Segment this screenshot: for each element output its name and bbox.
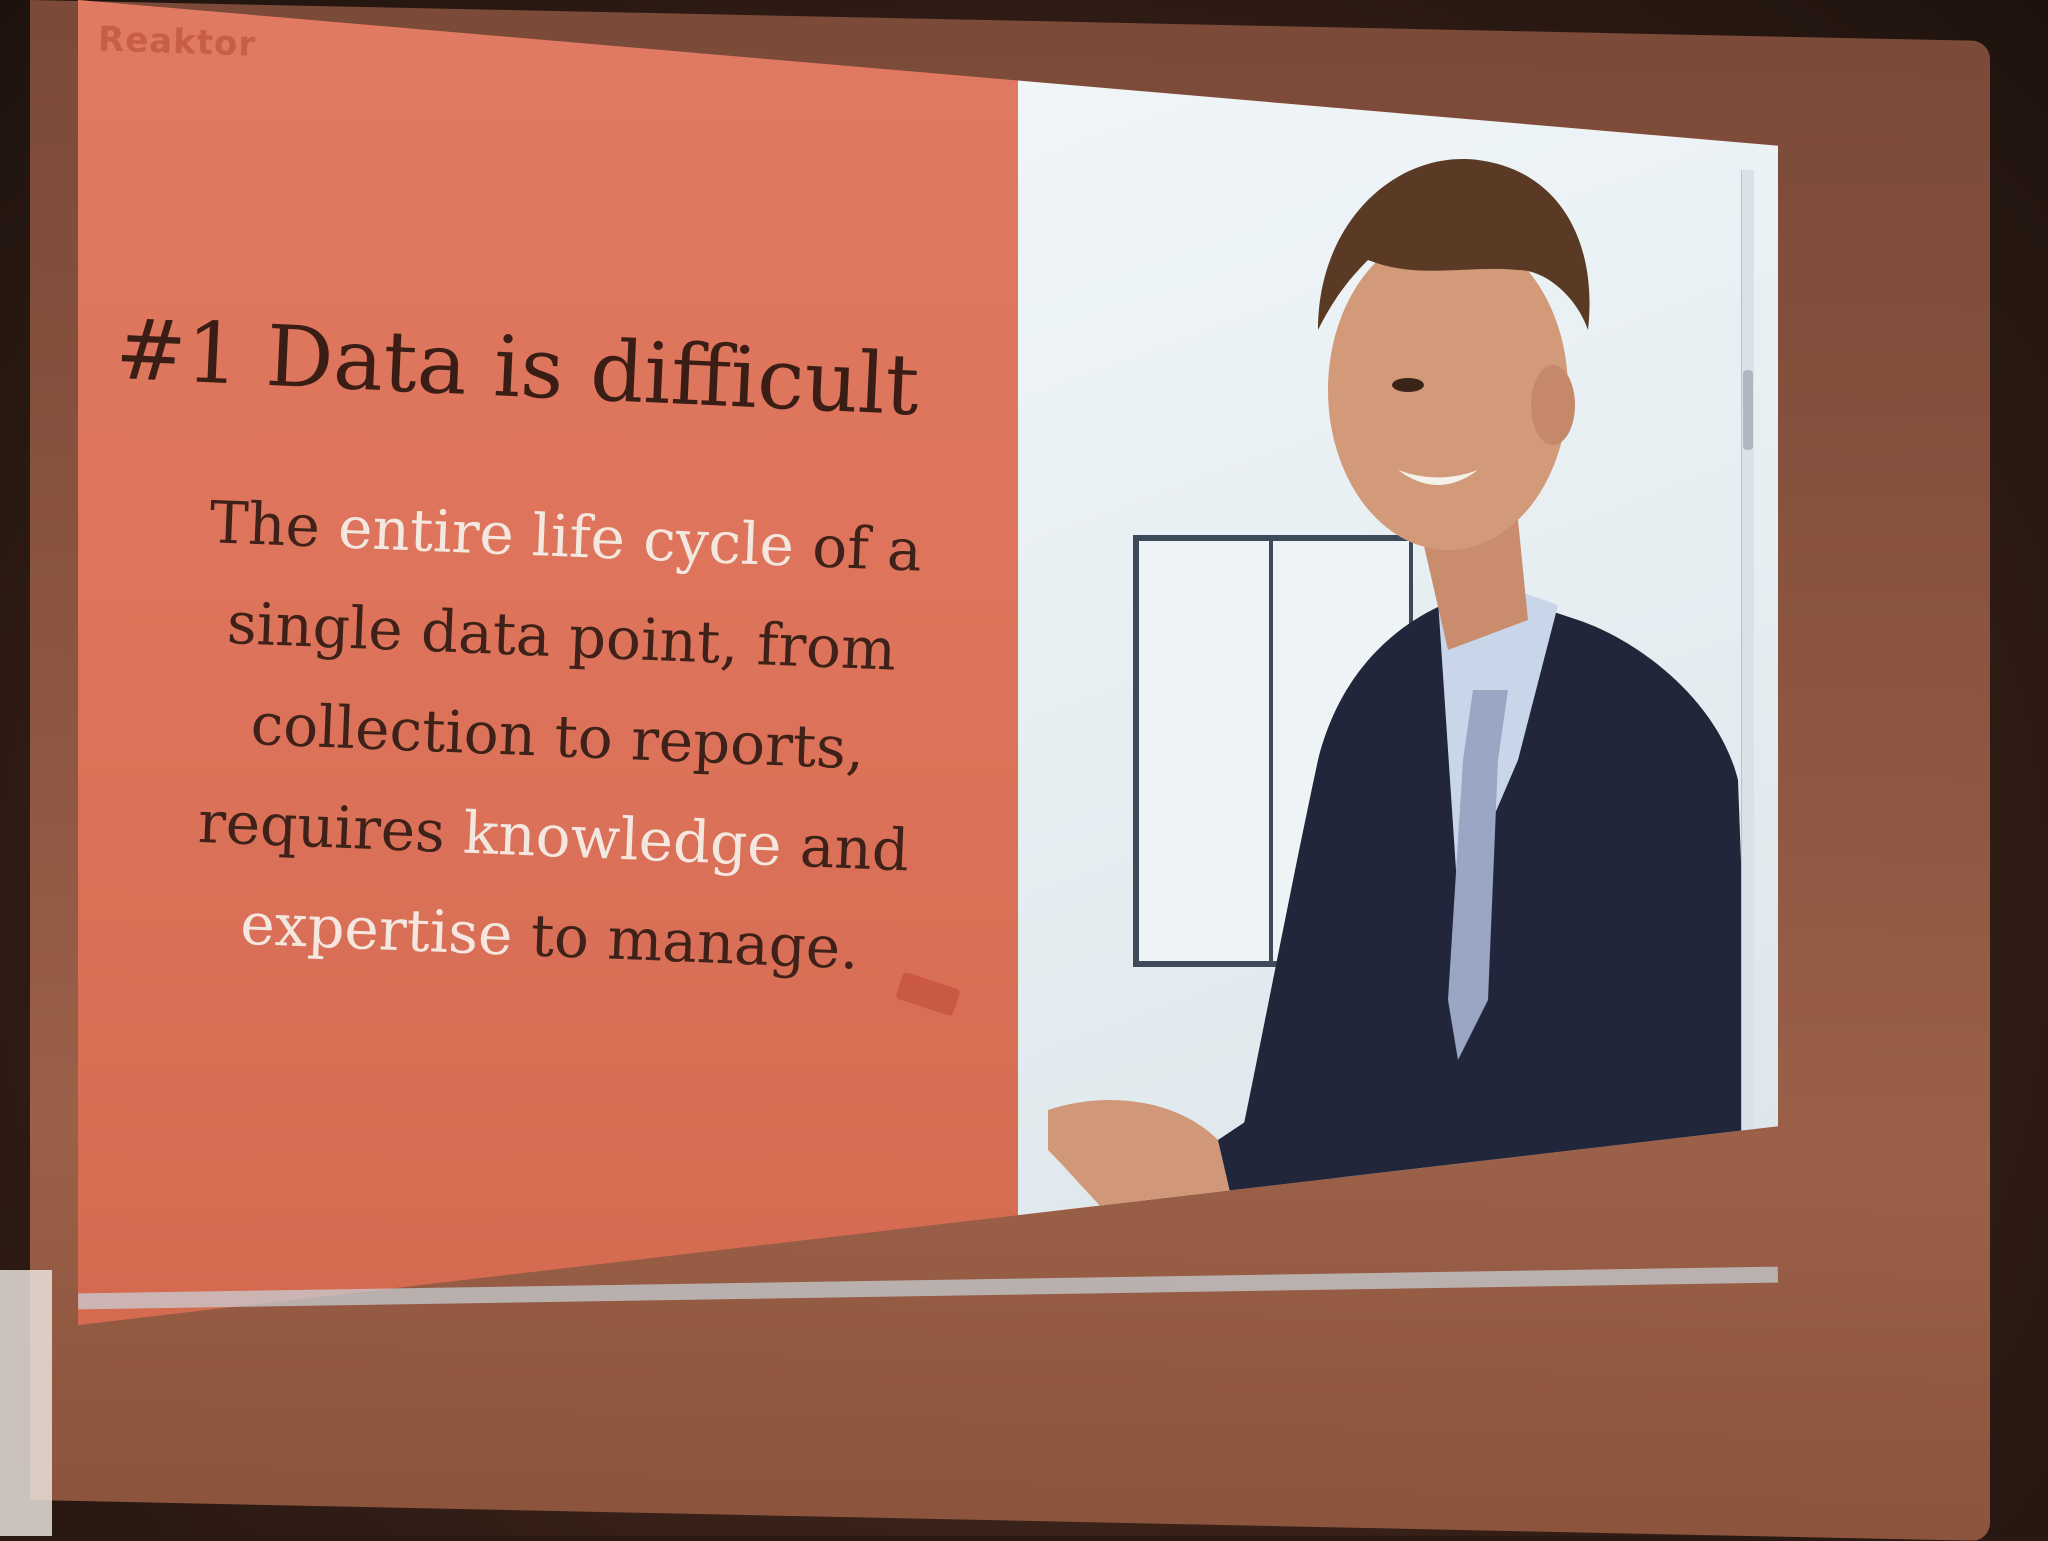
scrollbar-thumb[interactable] [1743,370,1753,450]
brand-logo: Reaktor [97,19,257,65]
eye [1392,378,1424,392]
head [1328,230,1568,550]
foreground-paper [0,1270,52,1536]
body-segment: and [780,811,911,885]
body-segment: to manage. [511,900,861,983]
scrollbar[interactable] [1741,170,1754,1270]
projected-slide: Reaktor #1 Data is difficult The entire … [78,0,1778,1325]
room-background: Reaktor #1 Data is difficult The entire … [0,0,2048,1541]
slide-text-panel: Reaktor #1 Data is difficult The entire … [78,0,1018,1325]
body-highlight: expertise [239,889,514,969]
body-highlight: entire life cycle [336,493,796,580]
person-presenting-icon [1048,159,1758,1325]
ear [1531,365,1575,445]
slide-photo-panel [1018,0,1778,1325]
body-segment: The [208,488,340,562]
body-highlight: knowledge [461,798,783,880]
slide-body: The entire life cycle of a single data p… [138,470,977,1003]
slide-title: #1 Data is difficult [113,300,922,435]
